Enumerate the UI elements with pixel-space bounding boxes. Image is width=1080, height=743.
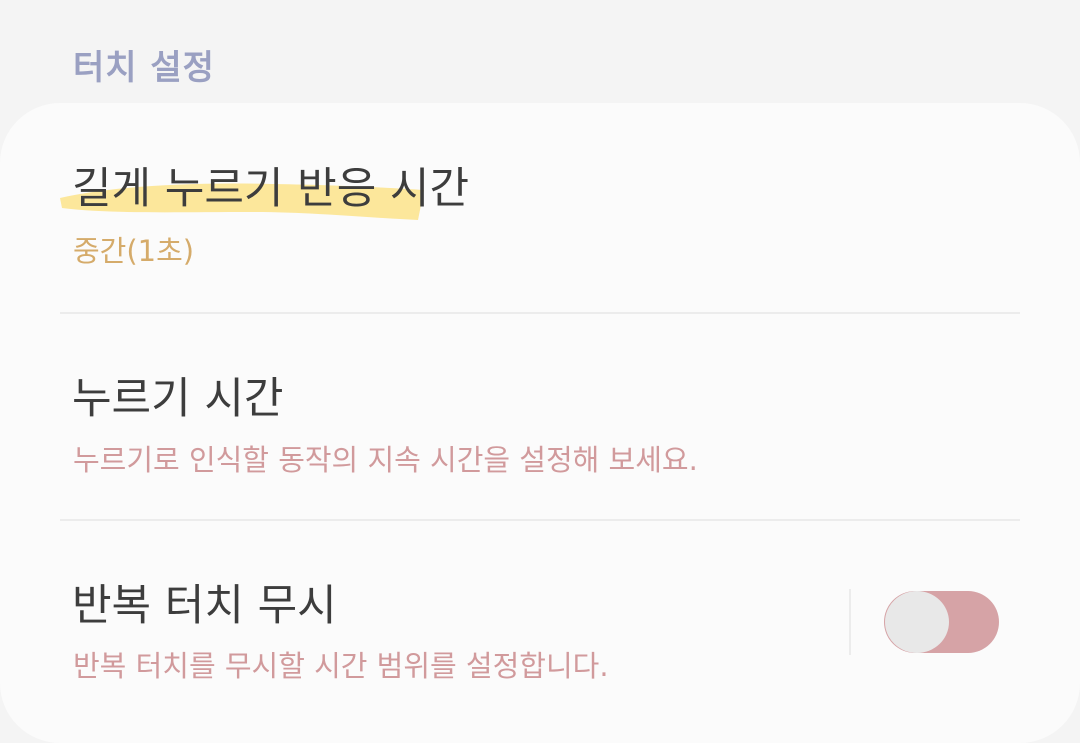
setting-row-touch-duration[interactable]: 누르기 시간 누르기로 인식할 동작의 지속 시간을 설정해 보세요. (0, 350, 1080, 520)
divider (60, 312, 1020, 314)
ignore-repeated-touch-toggle[interactable] (884, 591, 999, 653)
setting-description: 누르기로 인식할 동작의 지속 시간을 설정해 보세요. (73, 443, 698, 477)
toggle-knob (885, 591, 949, 653)
section-header: 터치 설정 (73, 48, 215, 88)
setting-title: 길게 누르기 반응 시간 (72, 164, 470, 214)
setting-row-long-press[interactable]: 길게 누르기 반응 시간 중간(1초) (0, 140, 1080, 310)
setting-title: 누르기 시간 (72, 374, 284, 424)
setting-title: 반복 터치 무시 (72, 581, 337, 631)
setting-description: 반복 터치를 무시할 시간 범위를 설정합니다. (73, 649, 609, 683)
setting-value: 중간(1초) (73, 234, 195, 268)
toggle-divider (849, 589, 851, 655)
divider (60, 519, 1020, 521)
